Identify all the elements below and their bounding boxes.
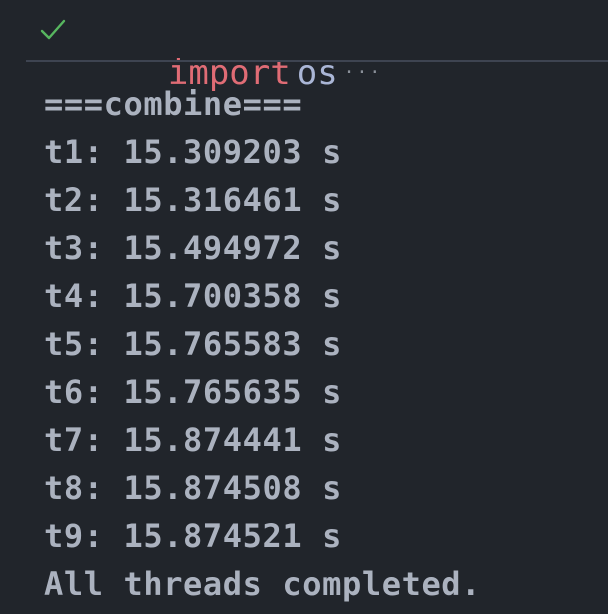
output-line: t6: 15.765635 s	[44, 373, 342, 411]
output-line: All threads completed.	[44, 565, 482, 603]
cell-divider	[26, 60, 608, 62]
output-line: t4: 15.700358 s	[44, 277, 342, 315]
output-line: t3: 15.494972 s	[44, 229, 342, 267]
output-line: t8: 15.874508 s	[44, 469, 342, 507]
check-icon	[40, 19, 66, 40]
output-line: t7: 15.874441 s	[44, 421, 342, 459]
output-line: t5: 15.765583 s	[44, 325, 342, 363]
code-cell-header: import os ···	[0, 0, 608, 93]
output-line: ===combine===	[44, 85, 303, 123]
output-line: t1: 15.309203 s	[44, 133, 342, 171]
output-line: t2: 15.316461 s	[44, 181, 342, 219]
output-line: t9: 15.874521 s	[44, 517, 342, 555]
cell-output: ===combine=== t1: 15.309203 s t2: 15.316…	[44, 80, 604, 608]
